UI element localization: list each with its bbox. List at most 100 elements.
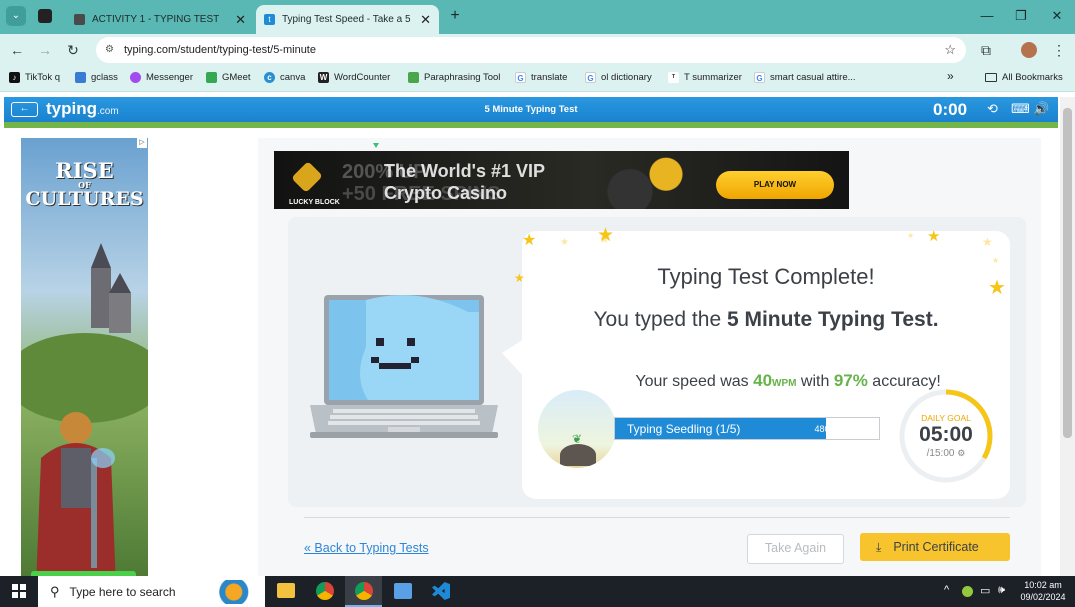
tab-label: ACTIVITY 1 - TYPING TEST	[92, 14, 220, 25]
summarizer-icon: ᵀ	[668, 72, 679, 83]
sound-icon[interactable]: 🔊	[1033, 101, 1049, 117]
bookmark-translate[interactable]: Gtranslate	[515, 72, 567, 83]
side-ad[interactable]: ▷ RISE OF CULTURES	[21, 138, 148, 576]
folder-icon	[985, 73, 997, 82]
gear-icon[interactable]: ⚙	[957, 448, 965, 458]
bookmarks-overflow-button[interactable]: »	[947, 69, 954, 83]
extensions-icon[interactable]: ⧉	[977, 41, 995, 59]
volume-icon[interactable]: 🕪	[998, 584, 1005, 597]
chrome-active-icon[interactable]	[345, 576, 382, 607]
tiktok-icon: ♪	[9, 72, 20, 83]
test-name: 5 Minute Typing Test.	[726, 308, 939, 331]
menu-dots-icon[interactable]: ⋮	[1050, 41, 1068, 59]
new-tab-button[interactable]: +	[446, 7, 464, 25]
bookmark-summarizer[interactable]: ᵀT summarizer	[668, 72, 742, 83]
google-icon: G	[515, 72, 526, 83]
close-window-icon[interactable]: ✕	[1047, 7, 1067, 25]
clock[interactable]: 10:02 am 09/02/2024	[1016, 579, 1070, 603]
scrollbar-thumb[interactable]	[1063, 108, 1072, 438]
ad-choices-icon[interactable]: ▷	[137, 138, 147, 148]
level-progress-track: Typing Seedling (1/5) 480 xp to go	[614, 417, 880, 440]
bubble-tail	[502, 339, 524, 377]
vscode-icon[interactable]	[432, 582, 450, 600]
bookmark-gclass[interactable]: gclass	[75, 72, 118, 83]
wpm-value: 40	[753, 371, 773, 390]
keyboard-icon[interactable]: ⌨	[1011, 101, 1030, 117]
history-icon[interactable]: ⟲	[987, 101, 998, 117]
divider	[304, 517, 1010, 518]
page-title: 5 Minute Typing Test	[484, 104, 578, 115]
classroom-icon	[75, 72, 86, 83]
take-again-button[interactable]: Take Again	[747, 534, 844, 564]
taskbar-search-placeholder: Type here to search	[69, 584, 176, 599]
typing-favicon-icon: t	[264, 14, 275, 25]
reload-icon[interactable]: ↻	[64, 41, 82, 59]
close-tab-icon[interactable]: ✕	[235, 12, 246, 28]
svg-text:★: ★	[560, 237, 569, 248]
site-info-icon[interactable]: ⚙	[105, 37, 114, 63]
star-icon: ★	[597, 225, 614, 246]
accuracy-value: 97%	[833, 371, 868, 390]
file-explorer-icon[interactable]	[277, 583, 295, 598]
google-icon: G	[585, 72, 596, 83]
star-icon: ★	[927, 228, 940, 245]
wordcounter-icon: W	[318, 72, 329, 83]
pinned-tab[interactable]	[36, 8, 54, 24]
tray-app-icon[interactable]	[962, 586, 973, 597]
tab-label: Typing Test Speed - Take a 5 Mi	[281, 14, 414, 25]
app-icon[interactable]	[394, 583, 412, 599]
search-highlight-icon	[217, 580, 259, 604]
ad-title: RISE OF CULTURES	[25, 158, 144, 210]
profile-avatar[interactable]	[1021, 42, 1037, 58]
address-bar[interactable]: ⚙ typing.com/student/typing-test/5-minut…	[96, 37, 966, 63]
minimize-icon[interactable]: —	[977, 7, 997, 25]
warrior-illustration	[36, 412, 116, 576]
print-certificate-button[interactable]: ⤓ Print Certificate	[860, 533, 1010, 561]
network-icon[interactable]: ▭	[980, 584, 990, 597]
forward-arrow-icon[interactable]: →	[36, 41, 54, 59]
download-icon: ⤓	[876, 539, 882, 554]
banner-headline-1: The World's #1 VIP	[384, 161, 545, 181]
bookmark-wordcounter[interactable]: W WordCounter	[318, 72, 390, 83]
tray-overflow-icon[interactable]: ^	[944, 584, 949, 596]
star-icon: ★	[522, 232, 536, 249]
chrome-icon[interactable]	[316, 582, 334, 600]
result-title: Typing Test Complete!	[657, 264, 875, 289]
bookmark-paraphrasing[interactable]: Paraphrasing Tool	[408, 72, 500, 83]
windows-taskbar: ⚲ Type here to search ^ ▭ 🕪 10:02 am 09/…	[0, 576, 1075, 607]
screen: { "browser": { "tabs": [ {"label": "ACTI…	[0, 0, 1075, 607]
bookmark-tiktok[interactable]: ♪ TikTok q	[9, 72, 60, 83]
all-bookmarks-button[interactable]: All Bookmarks	[985, 72, 1063, 83]
banner-cta-button[interactable]: PLAY NOW	[716, 171, 834, 199]
google-icon: G	[754, 72, 765, 83]
wpm-unit: WPM	[772, 378, 797, 389]
bookmark-gmeet[interactable]: GMeet	[206, 72, 251, 83]
banner-headline-2: Crypto Casino	[384, 183, 508, 203]
restore-icon[interactable]: ❐	[1011, 7, 1031, 25]
taskbar-search-box[interactable]: ⚲ Type here to search	[38, 576, 265, 607]
result-bubble: ★ ★ ★ ★ ★ ★ ★ ★ ★ ★ Typing Test Complete…	[502, 225, 1010, 499]
close-tab-icon[interactable]: ✕	[420, 12, 431, 28]
level-name: Typing Seedling (1/5)	[627, 422, 741, 436]
bookmark-smart-casual[interactable]: Gsmart casual attire...	[754, 72, 856, 83]
goal-total: /15:00 ⚙	[926, 448, 966, 459]
browser-toolbar: ← → ↻ ⚙ typing.com/student/typing-test/5…	[0, 34, 1075, 66]
daily-goal: DAILY GOAL 05:00 /15:00 ⚙	[897, 387, 995, 485]
banner-ad[interactable]: LUCKY BLOCK 200% UP +50 FREE SPINS The W…	[274, 151, 849, 209]
bookmark-dictionary[interactable]: Gol dictionary	[585, 72, 652, 83]
back-arrow-icon[interactable]: ←	[8, 41, 26, 59]
banner-ad-marker-icon	[373, 143, 379, 149]
star-icon: ★	[982, 235, 993, 249]
main-column: LUCKY BLOCK 200% UP +50 FREE SPINS The W…	[258, 138, 1041, 576]
meet-icon	[206, 72, 217, 83]
back-to-tests-link[interactable]: « Back to Typing Tests	[304, 541, 429, 555]
bookmark-messenger[interactable]: Messenger	[130, 72, 193, 83]
clock-date: 09/02/2024	[1020, 592, 1066, 602]
bookmark-star-icon[interactable]: ☆	[944, 37, 956, 63]
tab-search-button[interactable]: ⌄	[6, 6, 26, 26]
tab-activity[interactable]: ACTIVITY 1 - TYPING TEST ✕	[66, 5, 254, 34]
bookmark-canva[interactable]: c canva	[264, 72, 305, 83]
tab-typing-test[interactable]: t Typing Test Speed - Take a 5 Mi ✕	[256, 5, 439, 34]
windows-start-icon[interactable]	[12, 584, 26, 598]
svg-text:★: ★	[907, 231, 914, 240]
